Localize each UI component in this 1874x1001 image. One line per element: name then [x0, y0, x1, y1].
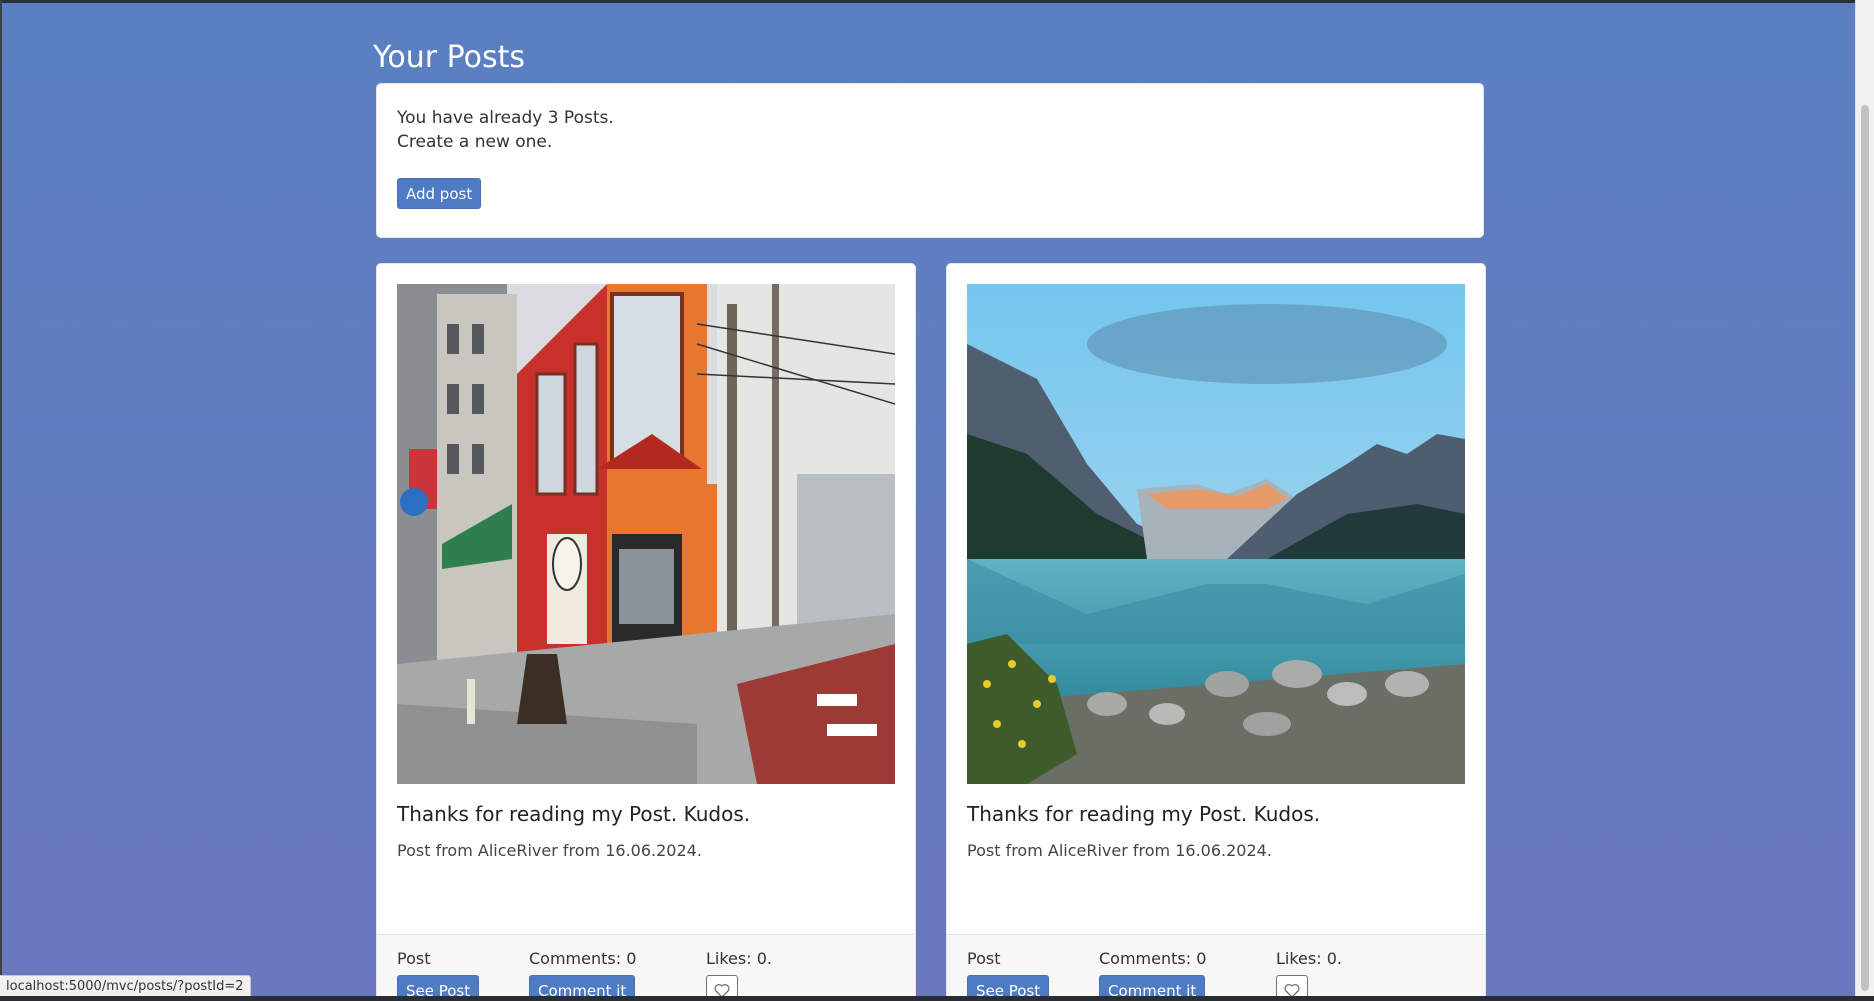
post-title: Thanks for reading my Post. Kudos. — [397, 802, 751, 826]
likes-col: Likes: 0. — [706, 949, 772, 1001]
post-count-text: You have already 3 Posts. — [397, 108, 614, 128]
window-top-edge — [0, 0, 1874, 3]
vertical-scrollbar[interactable] — [1855, 0, 1874, 996]
post-action-col: Post See Post — [397, 949, 480, 1001]
comments-count: Comments: 0 — [529, 949, 637, 968]
post-image-street[interactable] — [397, 284, 895, 784]
add-post-button[interactable]: Add post — [397, 178, 482, 209]
posts-summary-card: You have already 3 Posts. Create a new o… — [376, 83, 1484, 238]
likes-col: Likes: 0. — [1276, 949, 1342, 1001]
summary-text: You have already 3 Posts. Create a new o… — [397, 106, 614, 154]
window-bottom-edge — [0, 996, 1874, 1001]
mountain-lake-photo — [967, 284, 1465, 784]
link-status-bar: localhost:5000/mvc/posts/?postId=2 — [0, 975, 251, 997]
comments-col: Comments: 0 Comment it — [1099, 949, 1206, 1001]
post-card: Thanks for reading my Post. Kudos. Post … — [376, 263, 916, 1001]
window-left-edge — [0, 0, 2, 1001]
likes-count: Likes: 0. — [706, 949, 772, 968]
post-meta: Post from AliceRiver from 16.06.2024. — [967, 841, 1272, 860]
likes-count: Likes: 0. — [1276, 949, 1342, 968]
street-shop-photo — [397, 284, 895, 784]
post-footer: Post See Post Comments: 0 Comment it Lik… — [947, 934, 1485, 1001]
page-title: Your Posts — [373, 40, 525, 75]
post-title: Thanks for reading my Post. Kudos. — [967, 802, 1321, 826]
post-footer: Post See Post Comments: 0 Comment it Lik… — [377, 934, 915, 1001]
post-card: Thanks for reading my Post. Kudos. Post … — [946, 263, 1486, 1001]
create-prompt-text: Create a new one. — [397, 132, 553, 152]
main-container: Your Posts You have already 3 Posts. Cre… — [373, 38, 1488, 1001]
post-action-col: Post See Post — [967, 949, 1050, 1001]
post-image-lake[interactable] — [967, 284, 1465, 784]
comments-count: Comments: 0 — [1099, 949, 1207, 968]
scrollbar-thumb[interactable] — [1861, 105, 1869, 991]
comments-col: Comments: 0 Comment it — [529, 949, 636, 1001]
post-label: Post — [397, 949, 431, 968]
post-meta: Post from AliceRiver from 16.06.2024. — [397, 841, 702, 860]
post-label: Post — [967, 949, 1001, 968]
